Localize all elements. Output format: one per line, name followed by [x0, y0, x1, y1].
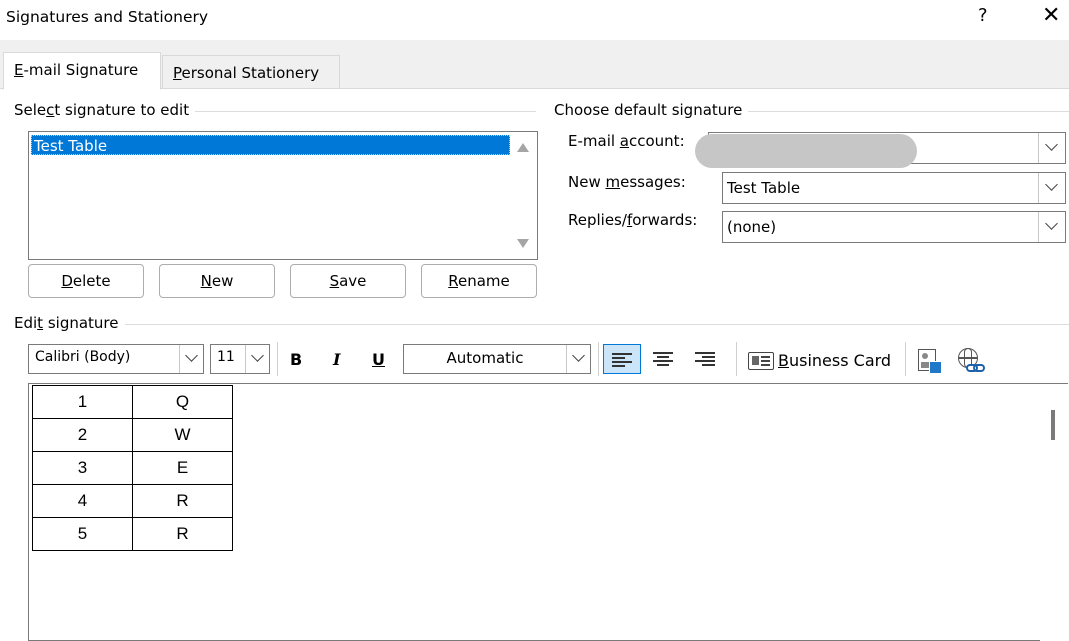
table-cell[interactable]: R [132, 517, 233, 551]
table-cell[interactable]: 4 [32, 484, 133, 518]
new-messages-value: Test Table [727, 179, 801, 197]
font-size-select[interactable]: 11 [210, 344, 270, 374]
font-dropdown-button[interactable] [179, 345, 203, 373]
table-cell[interactable]: Q [132, 385, 233, 419]
table-row: 3 E [32, 451, 233, 485]
insert-picture-button[interactable] [916, 349, 942, 375]
italic-button[interactable]: I [333, 350, 340, 369]
insert-hyperlink-button[interactable] [956, 348, 986, 376]
new-messages-select[interactable]: Test Table [722, 172, 1066, 204]
edit-group-line [14, 324, 1069, 325]
signature-table[interactable]: 1 Q 2 W 3 E 4 R 5 R [32, 385, 233, 551]
rename-button[interactable]: Rename [421, 264, 537, 298]
bold-button[interactable]: B [290, 350, 302, 369]
close-icon[interactable]: ✕ [1042, 4, 1060, 28]
toolbar-separator [736, 342, 737, 376]
chevron-down-icon [185, 349, 198, 362]
font-select[interactable]: Calibri (Body) [28, 344, 204, 374]
align-left-button[interactable] [603, 344, 641, 374]
font-value: Calibri (Body) [35, 349, 131, 365]
scroll-down-icon[interactable] [517, 239, 529, 248]
email-account-dropdown-button[interactable] [1038, 133, 1065, 163]
email-account-label: E-mail account: [568, 132, 685, 150]
business-card-icon [748, 352, 774, 370]
save-button[interactable]: Save [290, 264, 406, 298]
table-row: 2 W [32, 418, 233, 452]
replies-forwards-value: (none) [727, 218, 777, 236]
font-size-value: 11 [217, 349, 235, 365]
chevron-down-icon [572, 349, 585, 362]
font-color-value: Automatic [446, 349, 524, 367]
table-cell[interactable]: R [132, 484, 233, 518]
table-cell[interactable]: 5 [32, 517, 133, 551]
tab-personal-stationery-label: ersonal Stationery [181, 64, 320, 82]
align-right-button[interactable] [687, 344, 725, 374]
replies-forwards-dropdown-button[interactable] [1038, 212, 1065, 242]
table-cell[interactable]: E [132, 451, 233, 485]
delete-button[interactable]: Delete [28, 264, 144, 298]
table-cell[interactable]: W [132, 418, 233, 452]
business-card-button[interactable]: Business Card [746, 348, 896, 374]
redacted-account [695, 134, 917, 168]
new-messages-dropdown-button[interactable] [1038, 173, 1065, 203]
table-row: 5 R [32, 517, 233, 551]
signature-list-item[interactable]: Test Table [31, 135, 510, 155]
new-messages-label: New messages: [568, 173, 686, 191]
chevron-down-icon [1045, 178, 1058, 191]
underline-button[interactable]: U [372, 350, 385, 369]
tab-email-signature[interactable]: E-mail Signature [3, 52, 161, 90]
business-card-label: Business Card [778, 351, 892, 370]
toolbar-separator [905, 342, 906, 376]
edit-group-label: Edit signature [14, 314, 125, 332]
scroll-up-icon[interactable] [517, 143, 529, 152]
tab-personal-stationery[interactable]: Personal Stationery [162, 55, 340, 89]
align-right-icon [695, 352, 715, 366]
help-icon[interactable]: ? [978, 5, 988, 26]
table-row: 1 Q [32, 385, 233, 419]
tab-personal-stationery-mnemonic: P [173, 64, 182, 82]
default-group-label: Choose default signature [554, 101, 749, 119]
align-center-button[interactable] [645, 344, 683, 374]
align-center-icon [653, 352, 673, 366]
replies-forwards-label: Replies/forwards: [568, 211, 698, 229]
replies-forwards-select[interactable]: (none) [722, 211, 1066, 243]
select-group-label: Select signature to edit [14, 101, 196, 119]
table-cell[interactable]: 1 [32, 385, 133, 419]
toolbar-separator [277, 342, 278, 376]
window-title: Signatures and Stationery [6, 8, 209, 26]
table-cell[interactable]: 2 [32, 418, 133, 452]
table-row: 4 R [32, 484, 233, 518]
font-color-select[interactable]: Automatic [403, 344, 591, 374]
editor-scrollbar-thumb[interactable] [1051, 410, 1055, 440]
chevron-down-icon [1045, 217, 1058, 230]
font-color-dropdown-button[interactable] [566, 345, 590, 373]
align-left-icon [612, 353, 632, 367]
font-size-dropdown-button[interactable] [245, 345, 269, 373]
chevron-down-icon [251, 349, 264, 362]
chevron-down-icon [1045, 138, 1058, 151]
toolbar-separator [598, 342, 599, 376]
tab-email-signature-label: -mail Signature [23, 61, 139, 79]
new-button[interactable]: New [159, 264, 275, 298]
table-cell[interactable]: 3 [32, 451, 133, 485]
